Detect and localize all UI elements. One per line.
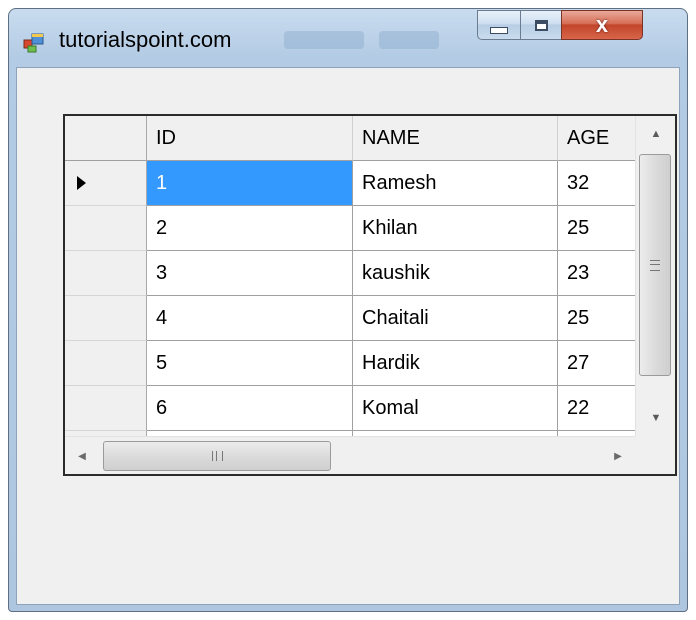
grip-icon — [211, 451, 223, 461]
scroll-down-button[interactable]: ▼ — [636, 400, 675, 436]
table-row[interactable]: 3 kaushik 23 — [65, 251, 635, 296]
row-header[interactable] — [65, 296, 147, 341]
cell-id[interactable]: 5 — [147, 341, 353, 386]
cell-age[interactable]: 27 — [558, 341, 635, 386]
cell-age[interactable]: 25 — [558, 206, 635, 251]
table-row[interactable]: 5 Hardik 27 — [65, 341, 635, 386]
blurred-background-tab — [379, 31, 439, 49]
chevron-right-icon: ▶ — [614, 450, 622, 462]
column-header-name[interactable]: NAME — [353, 116, 558, 161]
column-header-row: ID NAME AGE — [65, 116, 635, 161]
row-pointer-icon — [77, 176, 86, 190]
chevron-left-icon: ◀ — [78, 450, 86, 462]
scroll-right-button[interactable]: ▶ — [601, 437, 635, 474]
cell-name[interactable]: Khilan — [353, 206, 558, 251]
cell-name[interactable]: Komal — [353, 386, 558, 431]
app-window: tutorialspoint.com x ID NAME AGE 1 Rames… — [8, 8, 688, 612]
maximize-button[interactable] — [520, 10, 562, 40]
cell-age[interactable]: 23 — [558, 251, 635, 296]
row-header[interactable] — [65, 206, 147, 251]
table-row[interactable]: 2 Khilan 25 — [65, 206, 635, 251]
top-left-header-cell[interactable] — [65, 116, 147, 161]
chevron-up-icon: ▲ — [650, 128, 662, 140]
minimize-button[interactable] — [477, 10, 521, 40]
maximize-icon — [534, 19, 548, 31]
cell-name[interactable]: Ramesh — [353, 161, 558, 206]
row-header[interactable] — [65, 161, 147, 206]
row-header[interactable] — [65, 341, 147, 386]
chevron-down-icon: ▼ — [650, 412, 662, 424]
title-bar[interactable]: tutorialspoint.com x — [9, 9, 687, 67]
vertical-scrollbar[interactable]: ▲ ▼ — [635, 116, 675, 436]
blurred-background-tab — [284, 31, 364, 49]
cell-id[interactable]: 4 — [147, 296, 353, 341]
form-client-area: ID NAME AGE 1 Ramesh 32 2 Khilan 25 3 ka… — [16, 67, 680, 605]
cell-id[interactable]: 6 — [147, 386, 353, 431]
column-header-age[interactable]: AGE — [558, 116, 635, 161]
close-button[interactable]: x — [561, 10, 643, 40]
horizontal-scrollbar[interactable]: ◀ ▶ — [65, 436, 635, 474]
data-grid-view[interactable]: ID NAME AGE 1 Ramesh 32 2 Khilan 25 3 ka… — [63, 114, 677, 476]
row-header[interactable] — [65, 251, 147, 296]
cell-age[interactable]: 32 — [558, 161, 635, 206]
scrollbar-corner — [635, 436, 675, 474]
scroll-up-button[interactable]: ▲ — [636, 116, 675, 152]
table-row[interactable]: 4 Chaitali 25 — [65, 296, 635, 341]
cell-id[interactable]: 2 — [147, 206, 353, 251]
row-header[interactable] — [65, 386, 147, 431]
cell-name[interactable]: kaushik — [353, 251, 558, 296]
table-row[interactable]: 1 Ramesh 32 — [65, 161, 635, 206]
window-title: tutorialspoint.com — [59, 27, 232, 52]
scroll-left-button[interactable]: ◀ — [65, 437, 99, 474]
vertical-scroll-thumb[interactable] — [639, 154, 671, 376]
cell-id[interactable]: 1 — [147, 161, 353, 206]
cell-name[interactable]: Chaitali — [353, 296, 558, 341]
cell-age[interactable]: 22 — [558, 386, 635, 431]
cell-name[interactable]: Hardik — [353, 341, 558, 386]
grid-rows-area: ID NAME AGE 1 Ramesh 32 2 Khilan 25 3 ka… — [65, 116, 635, 436]
horizontal-scroll-thumb[interactable] — [103, 441, 331, 471]
grip-icon — [650, 259, 660, 271]
cell-age[interactable]: 25 — [558, 296, 635, 341]
column-header-id[interactable]: ID — [147, 116, 353, 161]
cell-id[interactable]: 3 — [147, 251, 353, 296]
table-row[interactable]: 6 Komal 22 — [65, 386, 635, 431]
minimize-icon — [490, 26, 508, 34]
app-window-icon — [23, 33, 44, 53]
close-icon: x — [595, 12, 609, 37]
